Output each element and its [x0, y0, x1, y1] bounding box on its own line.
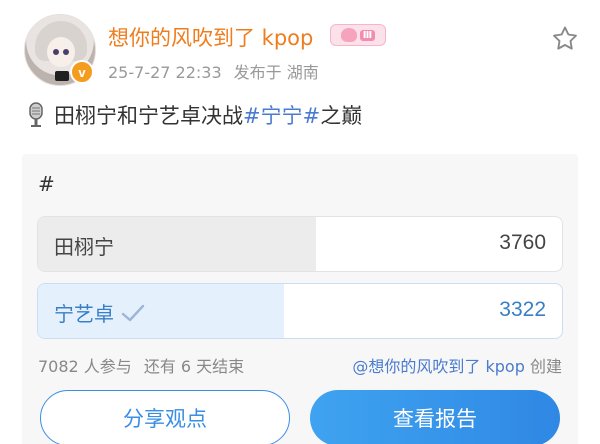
level-label: Ⅲ: [359, 29, 376, 41]
poll-stats: 7082 人参与 还有 6 天结束: [38, 353, 244, 377]
poll-remaining: 还有 6 天结束: [143, 357, 245, 376]
creator-suffix: 创建: [529, 357, 562, 376]
hashtag-link[interactable]: #宁宁#: [243, 100, 320, 130]
post-text-suffix: 之巅: [320, 104, 363, 128]
member-level-badge[interactable]: Ⅲ: [330, 24, 386, 46]
poll-title: #: [38, 172, 55, 196]
post-text-prefix: 田栩宁和宁艺卓决战: [54, 104, 243, 128]
poll-participants: 7082 人参与: [38, 357, 132, 376]
poll-option-2-count: 3322: [499, 298, 546, 321]
poll-option-2-label: 宁艺卓: [54, 298, 146, 327]
username[interactable]: 想你的风吹到了 kpop: [108, 22, 313, 52]
creator-link[interactable]: @想你的风吹到了 kpop: [352, 357, 524, 376]
post-meta: 25-7-27 22:33 发布于 湖南: [108, 59, 319, 83]
poll-option-1[interactable]: 田栩宁 3760: [37, 216, 563, 272]
avatar-ribbon: [55, 71, 69, 81]
poll-option-2[interactable]: 宁艺卓 3322: [37, 283, 563, 339]
verified-badge-icon: v: [70, 60, 94, 84]
cat-icon: [340, 28, 357, 42]
post-text: 田栩宁和宁艺卓决战 #宁宁# 之巅: [26, 100, 362, 130]
favorite-star-icon[interactable]: [550, 24, 580, 54]
share-opinion-button[interactable]: 分享观点: [40, 390, 290, 444]
post-location: 发布于 湖南: [233, 63, 319, 82]
post-date: 25-7-27 22:33: [108, 63, 222, 82]
microphone-icon: [29, 102, 43, 127]
view-report-button[interactable]: 查看报告: [310, 390, 560, 444]
poll-creator: @想你的风吹到了 kpop 创建: [352, 353, 562, 377]
poll-option-1-label: 田栩宁: [54, 235, 114, 259]
avatar-eye-left: [53, 49, 59, 55]
checkmark-icon: [121, 304, 145, 321]
poll-option-1-count: 3760: [499, 231, 546, 254]
avatar-face: [47, 37, 75, 67]
avatar-eye-right: [63, 49, 69, 55]
